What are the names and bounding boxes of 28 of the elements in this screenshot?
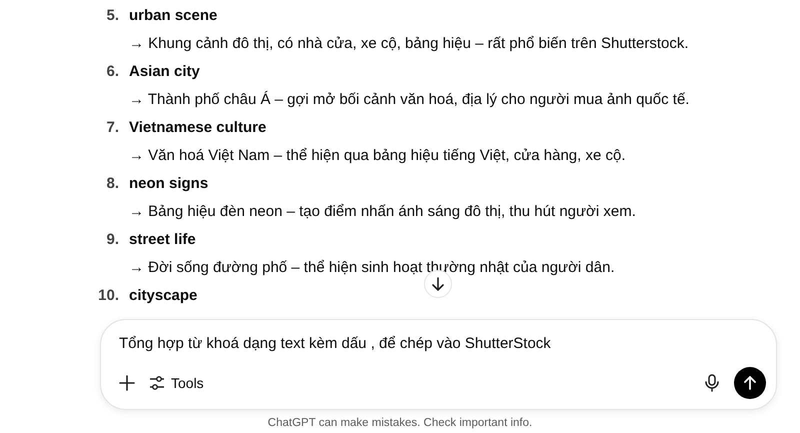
keyword-description: → Văn hoá Việt Nam – thể hiện qua bảng hiệu tiếng Việt, cửa hàng, xe cộ. bbox=[129, 146, 626, 166]
add-button[interactable] bbox=[119, 375, 135, 391]
keyword-title: cityscape bbox=[129, 286, 198, 306]
list-number: 8. bbox=[106, 174, 119, 194]
keyword-description: → Bảng hiệu đèn neon – tạo điểm nhấn ánh sáng đô thị, thu hút người xem. bbox=[129, 202, 636, 222]
microphone-icon bbox=[704, 374, 720, 392]
keyword-title: Vietnamese culture bbox=[129, 118, 266, 138]
arrow-up-icon bbox=[743, 376, 757, 390]
plus-icon bbox=[119, 375, 135, 391]
message-input[interactable]: Tổng hợp từ khoá dạng text kèm dấu , để chép vào ShutterStock bbox=[119, 332, 766, 354]
send-button[interactable] bbox=[734, 367, 766, 399]
sliders-icon bbox=[149, 375, 165, 391]
disclaimer-text: ChatGPT can make mistakes. Check important info. bbox=[268, 417, 532, 429]
keyword-description: → Khung cảnh đô thị, có nhà cửa, xe cộ, bảng hiệu – rất phổ biến trên Shutterstock. bbox=[129, 34, 689, 54]
microphone-button[interactable] bbox=[704, 374, 720, 392]
tools-button[interactable]: Tools bbox=[149, 375, 204, 391]
list-number: 6. bbox=[106, 62, 119, 82]
keyword-title: Asian city bbox=[129, 62, 200, 82]
keyword-title: neon signs bbox=[129, 174, 208, 194]
keyword-description: → Thành phố châu Á – gợi mở bối cảnh văn hoá, địa lý cho người mua ảnh quốc tế. bbox=[129, 90, 690, 110]
arrow-down-icon bbox=[431, 277, 445, 291]
keyword-description: → Đời sống đường phố – thể hiện sinh hoạt thường nhật của người dân. bbox=[129, 258, 615, 278]
list-number: 5. bbox=[106, 6, 119, 26]
keyword-title: street life bbox=[129, 230, 196, 250]
list-number: 7. bbox=[106, 118, 119, 138]
keyword-title: urban scene bbox=[129, 6, 218, 26]
list-number: 9. bbox=[106, 230, 119, 250]
list-number: 10. bbox=[98, 286, 119, 306]
